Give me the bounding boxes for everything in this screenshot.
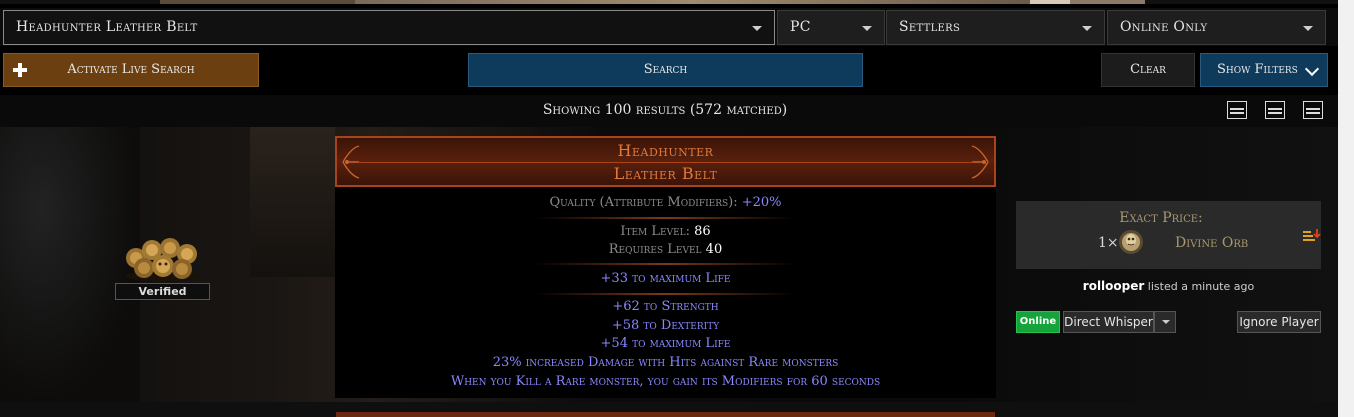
explicit-mod: +62 to Strength [612, 299, 719, 314]
direct-whisper-button[interactable]: Direct Whisper [1063, 311, 1154, 333]
divider [357, 162, 974, 163]
price-box: Exact Price: 1× Divine Orb [1016, 201, 1321, 269]
chevron-down-icon [1303, 26, 1313, 31]
league-select[interactable]: Settlers [886, 10, 1105, 45]
chevron-down-icon [862, 26, 872, 31]
requires-line: Requires Level 40 [335, 242, 996, 257]
clear-label: Clear [1130, 62, 1166, 77]
clear-button[interactable]: Clear [1101, 53, 1195, 87]
results-bar: Showing 100 results (572 matched) [0, 95, 1338, 127]
status-value: Online Only [1120, 19, 1208, 35]
chevron-down-icon[interactable] [752, 26, 762, 31]
show-filters-button[interactable]: Show Filters [1200, 53, 1328, 87]
item-level-value: 86 [694, 224, 711, 239]
seller-info: rollooper listed a minute ago [1016, 279, 1321, 293]
platform-value: PC [790, 19, 811, 35]
sort-icon[interactable] [1303, 228, 1321, 244]
chevron-down-icon [1304, 61, 1320, 77]
listed-time: listed a minute ago [1144, 280, 1255, 293]
divider [535, 293, 796, 295]
price-amount: 1× [1098, 235, 1119, 251]
view-columns-icon[interactable] [1303, 101, 1323, 119]
item-level-label: Item Level: [620, 224, 695, 239]
verified-badge: Verified [115, 283, 210, 300]
live-search-label: Activate Live Search [67, 62, 195, 77]
chevron-down-icon [1082, 26, 1092, 31]
divine-orb-icon [1119, 230, 1143, 254]
results-summary: Showing 100 results (572 matched) [542, 102, 788, 118]
requires-label: Requires Level [608, 242, 706, 257]
search-label: Search [643, 62, 688, 77]
item-level-line: Item Level: 86 [335, 224, 996, 239]
seller-name[interactable]: rollooper [1083, 279, 1145, 293]
platform-select[interactable]: PC [777, 10, 885, 45]
view-expand-icon[interactable] [1227, 101, 1247, 119]
status-select[interactable]: Online Only [1107, 10, 1326, 45]
quality-value: +20% [741, 195, 782, 210]
item-base: Leather Belt [613, 164, 718, 183]
item-card: Headhunter Leather Belt Quality (Attribu… [335, 136, 996, 398]
whisper-options-dropdown[interactable] [1154, 311, 1176, 333]
explicit-mod: +58 to Dexterity [611, 318, 720, 333]
requires-value: 40 [705, 242, 723, 257]
divider [535, 217, 796, 219]
item-search-value: Headhunter Leather Belt [16, 19, 198, 35]
online-status-badge: Online [1016, 311, 1060, 333]
item-name: Headhunter [617, 141, 714, 160]
activate-live-search-button[interactable]: Activate Live Search [3, 53, 259, 87]
show-filters-label: Show Filters [1217, 62, 1298, 77]
implicit-mod: +33 to maximum Life [600, 271, 731, 286]
item-header: Headhunter Leather Belt [335, 136, 996, 187]
divider [535, 263, 796, 265]
plus-icon [13, 63, 27, 77]
scrollbar[interactable] [1338, 0, 1354, 417]
explicit-mod: +54 to maximum Life [600, 336, 731, 351]
background-art [250, 127, 335, 277]
quality-line: Quality (Attribute Modifiers): +20% [335, 195, 996, 210]
next-listing-edge [0, 402, 1338, 417]
top-strip [0, 0, 1354, 4]
item-search-input[interactable]: Headhunter Leather Belt [3, 10, 775, 45]
explicit-mod: 23% increased Damage with Hits against R… [492, 355, 839, 370]
item-icon [125, 238, 201, 281]
view-collapse-icon[interactable] [1265, 101, 1285, 119]
explicit-mod: When you Kill a Rare monster, you gain i… [450, 374, 881, 389]
background-art [0, 127, 140, 402]
price-currency: Divine Orb [1175, 235, 1249, 251]
search-button[interactable]: Search [468, 53, 863, 87]
league-value: Settlers [899, 19, 961, 35]
ignore-player-button[interactable]: Ignore Player [1237, 311, 1321, 333]
quality-label: Quality (Attribute Modifiers): [549, 195, 742, 210]
price-label: Exact Price: [1119, 210, 1203, 226]
